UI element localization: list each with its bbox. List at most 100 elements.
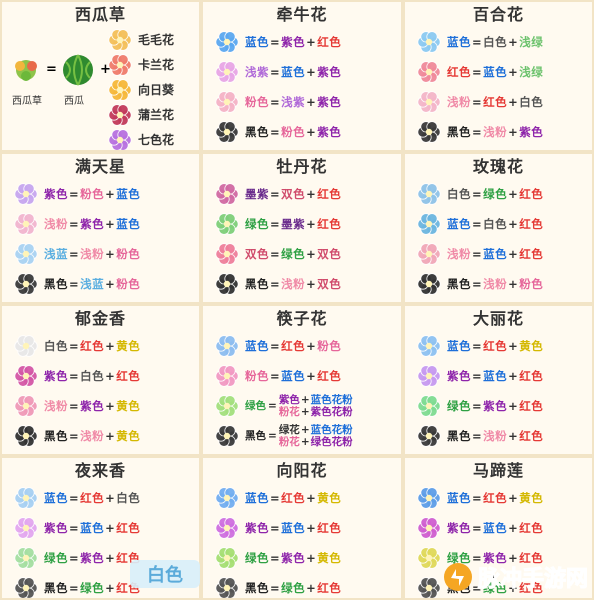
result-color: 黑色	[44, 276, 68, 291]
flower-icon	[215, 546, 239, 569]
parent-color-a: 蓝色	[483, 368, 508, 383]
breeding-row: 绿色=墨紫+红色	[209, 210, 395, 237]
flower-icon	[215, 424, 239, 447]
panel-title: 满天星	[74, 157, 126, 176]
brand-text: 脉冲手游网	[477, 567, 588, 593]
parent-color-b: 红色	[317, 186, 342, 201]
result-color: 浅粉	[44, 216, 68, 231]
result-color: 蓝色	[245, 490, 269, 505]
parent-color-b: 黄色	[116, 398, 141, 413]
result-color: 黑色	[245, 430, 266, 442]
result-color: 蓝色	[447, 216, 471, 231]
breeding-formula: 黑色=浅粉+紫色	[447, 124, 544, 139]
breeding-formula: 蓝色=红色+白色	[44, 490, 141, 505]
parent-color-b: 黄色	[116, 338, 141, 353]
parent-color-a: 红色	[281, 338, 306, 353]
result-color: 绿色	[245, 550, 269, 565]
parent-color-a: 双色	[281, 186, 306, 201]
breeding-row: 蓝色=白色+红色	[411, 210, 586, 237]
breeding-row: 绿色=紫色+红色	[411, 392, 586, 419]
breeding-formula: 黑色=浅粉+双色	[245, 276, 342, 291]
parent-color-a: 白色	[483, 34, 508, 49]
parent-color-b: 白色	[519, 94, 544, 109]
breeding-formula: 浅粉=紫色+蓝色	[44, 216, 141, 231]
result-color: 黑色	[245, 580, 269, 595]
breeding-row: 黑色=浅粉+粉色	[411, 270, 586, 297]
panel-title: 百合花	[472, 5, 524, 24]
parent-color-a: 红色	[80, 338, 105, 353]
pollen-color: 绿色花粉	[310, 435, 353, 448]
breeding-formula: 蓝色=白色+浅绿	[447, 34, 544, 49]
flower-icon	[417, 516, 441, 539]
breeding-row: 紫色=粉色+蓝色	[8, 180, 193, 207]
breeding-row: 浅粉=紫色+蓝色	[8, 210, 193, 237]
flower-icon	[14, 334, 38, 357]
parent-color-b: 紫色	[317, 124, 342, 139]
brand-watermark: 脉冲手游网	[440, 560, 590, 594]
flower-icon	[215, 516, 239, 539]
parent-color-b: 红色	[519, 398, 544, 413]
panel-mudan: 牡丹花 墨紫=双色+红色 绿色=墨紫+红色 双色=绿色+双色 黑色=浅粉+双色	[201, 152, 403, 304]
base-label-b: 西瓜	[64, 96, 84, 107]
flower-icon	[215, 272, 239, 295]
flower-icon	[215, 120, 239, 143]
flower-icon	[14, 486, 38, 509]
result-color: 蓝色	[245, 34, 269, 49]
watermelon-grass-icon	[15, 60, 37, 81]
result-color: 绿色	[245, 400, 266, 412]
breeding-row: 黑色=粉色+紫色	[209, 118, 395, 145]
flower-icon	[215, 90, 239, 113]
panel-shaizi: 筷子花 蓝色=红色+粉色 粉色=蓝色+红色 绿色 = 紫色+蓝色花粉 粉花+紫色…	[201, 304, 403, 456]
parent-color-b: 红色	[519, 520, 544, 535]
breeding-formula: 黑色=粉色+紫色	[245, 124, 342, 139]
parent-color-a: 浅粉	[80, 428, 105, 443]
parent-color-a: 浅粉	[483, 428, 508, 443]
brand-logo-icon	[443, 563, 472, 591]
breeding-row: 黑色=浅粉+双色	[209, 270, 395, 297]
flower-icon	[14, 364, 38, 387]
result-color: 粉色	[245, 368, 269, 383]
complex-formula: 绿色 = 紫色+蓝色花粉 粉花+紫色花粉	[245, 393, 353, 418]
breeding-formula: 黑色=浅粉+粉色	[447, 276, 544, 291]
breeding-row: 红色=蓝色+浅绿	[411, 58, 586, 85]
hybrid-list: 毛毛花 卡兰花 向日葵 蒲兰花 七色花	[108, 26, 193, 150]
parent-color-b: 红色	[519, 186, 544, 201]
breeding-formula: 黑色=浅蓝+粉色	[44, 276, 141, 291]
parent-color-b: 黄色	[317, 550, 342, 565]
panel-title: 夜来香	[74, 461, 126, 480]
breeding-rows: 蓝色=白色+浅绿 红色=蓝色+浅绿 浅粉=红色+白色 黑色=浅粉+紫色	[411, 28, 586, 145]
flower-icon	[215, 394, 239, 417]
parent-color-b: 红色	[519, 216, 544, 231]
flower-icon	[417, 486, 441, 509]
parent-color-b: 双色	[317, 276, 342, 291]
parent-color-b: 黄色	[519, 338, 544, 353]
parent-color-a: 浅粉	[281, 276, 306, 291]
breeding-row: 双色=绿色+双色	[209, 240, 395, 267]
parent-color-b: 红色	[317, 368, 342, 383]
radish-flower-icon	[108, 103, 132, 126]
parent-color-b: 蓝色	[116, 186, 141, 201]
panel-title: 西瓜草	[74, 5, 126, 24]
result-color: 墨紫	[245, 186, 269, 201]
flower-icon	[417, 212, 441, 235]
parent-color-a: 蓝色	[80, 520, 105, 535]
breeding-row: 黑色=浅蓝+粉色	[8, 270, 193, 297]
hybrid-name: 卡兰花	[138, 58, 175, 72]
result-color: 浅粉	[447, 246, 471, 261]
breeding-formula: 蓝色=红色+粉色	[245, 338, 342, 353]
result-color: 黑色	[44, 428, 68, 443]
breeding-row: 粉色=浅紫+紫色	[209, 88, 395, 115]
parent-color-a: 蓝色	[483, 64, 508, 79]
parent-color-a: 红色	[483, 94, 508, 109]
flower-icon	[14, 272, 38, 295]
breeding-formula: 红色=蓝色+浅绿	[447, 64, 544, 79]
hybrid-name: 向日葵	[138, 83, 175, 97]
parent-color-b: 蓝色	[116, 216, 141, 231]
parent-color-a: 浅粉	[80, 246, 105, 261]
hybrid-row: 卡兰花	[108, 53, 193, 76]
breeding-row: 绿色 = 紫色+蓝色花粉 粉花+紫色花粉	[209, 392, 395, 419]
parent-color-b: 黄色	[519, 490, 544, 505]
panel-title: 郁金香	[74, 309, 126, 328]
breeding-row: 黑色=浅粉+黄色	[8, 422, 193, 449]
result-color: 白色	[447, 186, 471, 201]
